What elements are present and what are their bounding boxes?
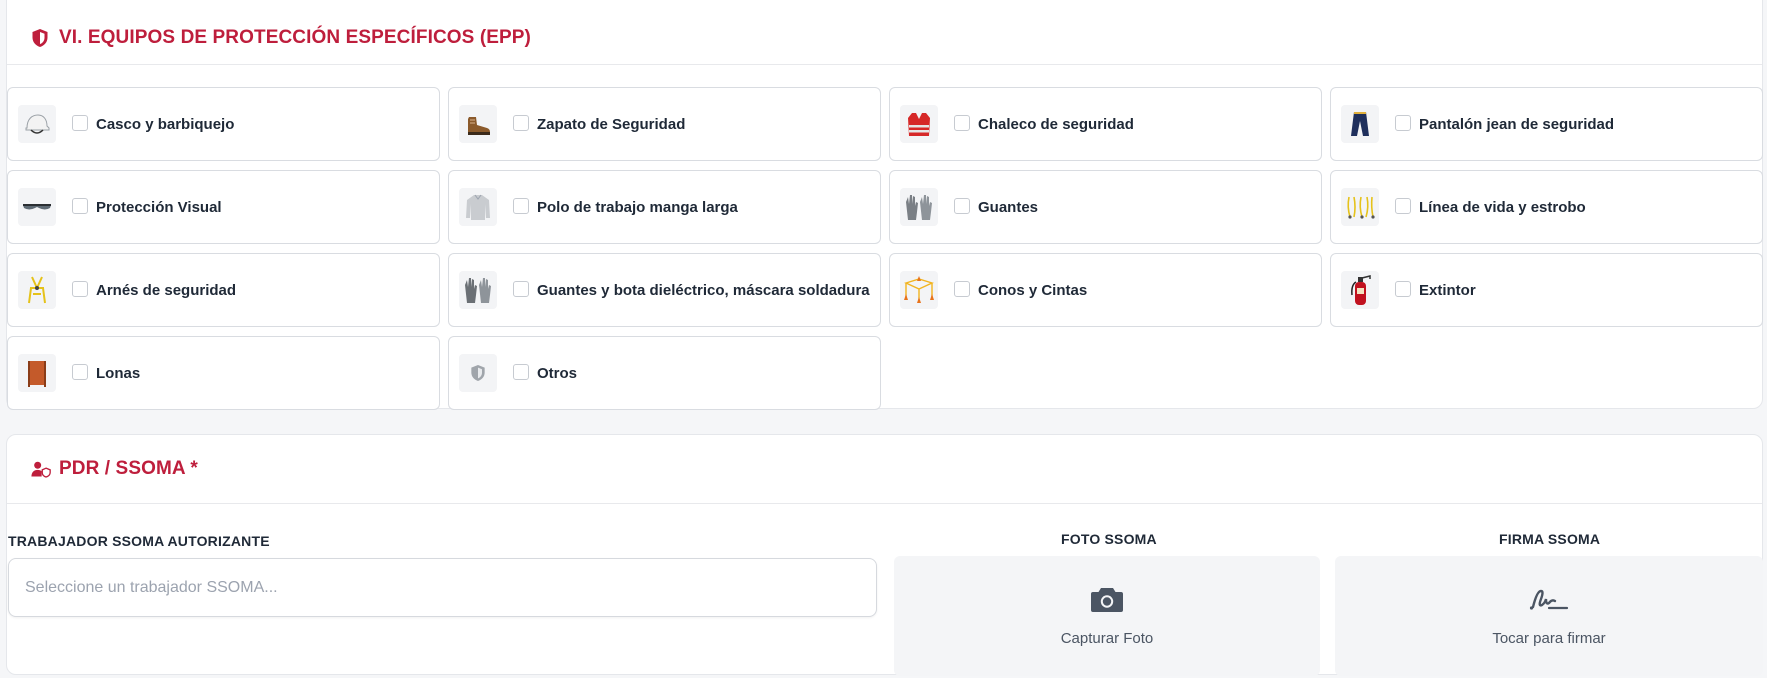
epp-checkbox[interactable] (954, 115, 970, 131)
epp-item-label: Chaleco de seguridad (978, 115, 1134, 133)
user-shield-icon (31, 459, 51, 479)
epp-item-chaleco[interactable]: Chaleco de seguridad (889, 87, 1322, 161)
epp-item-pantalon[interactable]: Pantalón jean de seguridad (1330, 87, 1763, 161)
epp-item-label: Pantalón jean de seguridad (1419, 115, 1615, 133)
epp-item-casco[interactable]: Casco y barbiquejo (7, 87, 440, 161)
cones-icon (900, 271, 938, 309)
epp-checkbox[interactable] (72, 281, 88, 297)
epp-item-arnes[interactable]: Arnés de seguridad (7, 253, 440, 327)
epp-item-zapato[interactable]: Zapato de Seguridad (448, 87, 881, 161)
epp-item-conos[interactable]: Conos y Cintas (889, 253, 1322, 327)
photo-field-label: FOTO SSOMA (1061, 531, 1157, 547)
epp-item-dielectrico[interactable]: Guantes y bota dieléctrico, máscara sold… (448, 253, 881, 327)
epp-checkbox[interactable] (954, 281, 970, 297)
goggles-icon (18, 188, 56, 226)
epp-item-linea-vida[interactable]: Línea de vida y estrobo (1330, 170, 1763, 244)
epp-checkbox[interactable] (1395, 198, 1411, 214)
shield-icon (459, 354, 497, 392)
pants-icon (1341, 105, 1379, 143)
epp-item-label: Polo de trabajo manga larga (537, 198, 738, 216)
epp-item-label: Línea de vida y estrobo (1419, 198, 1586, 216)
epp-item-proteccion-visual[interactable]: Protección Visual (7, 170, 440, 244)
harness-icon (18, 271, 56, 309)
epp-item-otros[interactable]: Otros (448, 336, 881, 410)
capture-photo-button[interactable]: Capturar Foto (894, 556, 1320, 676)
epp-checkbox[interactable] (513, 115, 529, 131)
shield-icon (31, 28, 51, 48)
epp-item-label: Otros (537, 364, 578, 382)
helmet-icon (18, 105, 56, 143)
lifeline-icon (1341, 188, 1379, 226)
epp-item-label: Lonas (96, 364, 141, 382)
epp-section: VI. EQUIPOS DE PROTECCIÓN ESPECÍFICOS (E… (6, 0, 1763, 410)
pdr-section-title: PDR / SSOMA * (59, 458, 198, 479)
safety-shoe-icon (459, 105, 497, 143)
signature-pad-label: Tocar para firmar (1492, 630, 1606, 647)
tarp-icon (18, 354, 56, 392)
epp-checkbox[interactable] (513, 281, 529, 297)
epp-checkbox[interactable] (72, 364, 88, 380)
epp-checkbox[interactable] (72, 198, 88, 214)
dielectric-gloves-icon (459, 271, 497, 309)
epp-checkbox[interactable] (72, 115, 88, 131)
epp-item-label: Extintor (1419, 281, 1476, 299)
select-placeholder: Seleccione un trabajador SSOMA... (25, 578, 278, 596)
signature-pad[interactable]: Tocar para firmar (1335, 556, 1763, 676)
camera-icon (1090, 585, 1124, 618)
vest-icon (900, 105, 938, 143)
epp-item-label: Arnés de seguridad (96, 281, 237, 299)
epp-item-label: Guantes y bota dieléctrico, máscara sold… (537, 281, 870, 299)
epp-item-lonas[interactable]: Lonas (7, 336, 440, 410)
shirt-icon (459, 188, 497, 226)
epp-item-label: Guantes (978, 198, 1039, 216)
pdr-section: PDR / SSOMA * TRABAJADOR SSOMA AUTORIZAN… (6, 434, 1763, 676)
epp-checkbox[interactable] (513, 198, 529, 214)
gloves-icon (900, 188, 938, 226)
epp-item-label: Casco y barbiquejo (96, 115, 235, 133)
epp-checkbox[interactable] (1395, 115, 1411, 131)
extinguisher-icon (1341, 271, 1379, 309)
epp-item-label: Zapato de Seguridad (537, 115, 686, 133)
epp-section-title: VI. EQUIPOS DE PROTECCIÓN ESPECÍFICOS (E… (59, 26, 531, 48)
epp-checkbox[interactable] (1395, 281, 1411, 297)
signature-icon (1529, 585, 1569, 618)
epp-item-polo[interactable]: Polo de trabajo manga larga (448, 170, 881, 244)
epp-section-header: VI. EQUIPOS DE PROTECCIÓN ESPECÍFICOS (E… (7, 0, 1762, 65)
epp-item-extintor[interactable]: Extintor (1330, 253, 1763, 327)
epp-checkbox[interactable] (954, 198, 970, 214)
epp-item-guantes[interactable]: Guantes (889, 170, 1322, 244)
worker-field-label: TRABAJADOR SSOMA AUTORIZANTE (8, 533, 270, 549)
ssoma-worker-select[interactable]: Seleccione un trabajador SSOMA... (8, 558, 877, 617)
required-mark: * (190, 458, 198, 479)
epp-item-label: Protección Visual (96, 198, 222, 216)
epp-item-label: Conos y Cintas (978, 281, 1088, 299)
capture-photo-label: Capturar Foto (1060, 630, 1154, 647)
pdr-section-header: PDR / SSOMA * (7, 435, 1762, 504)
signature-field-label: FIRMA SSOMA (1499, 531, 1601, 547)
epp-checkbox[interactable] (513, 364, 529, 380)
